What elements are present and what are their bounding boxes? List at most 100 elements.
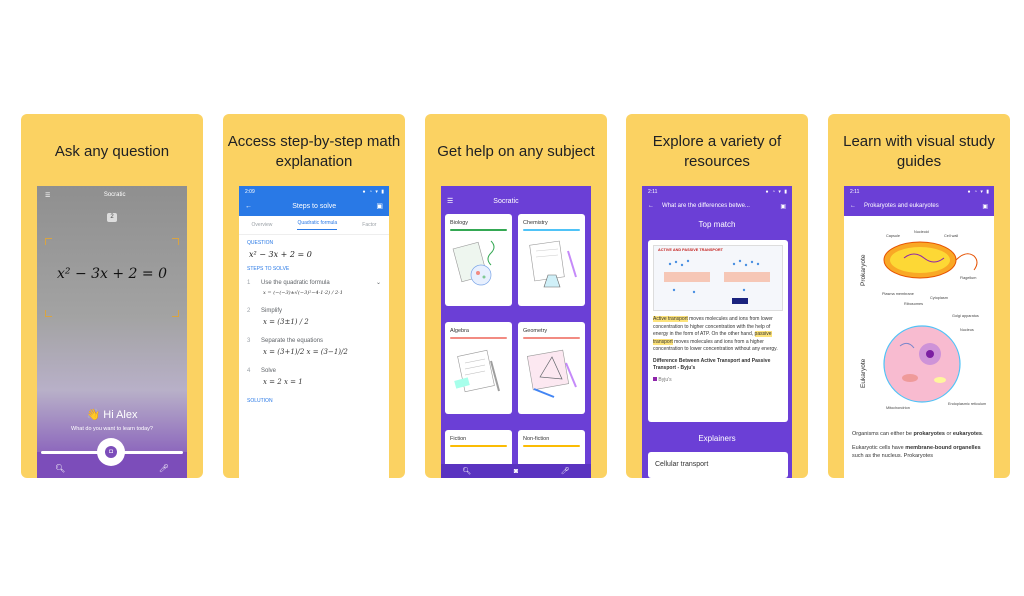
status-icons: ● ◔ ▾ ▮: [967, 188, 990, 195]
diagram-label: Mitochondrion: [886, 406, 910, 410]
diagram-label: Endoplasmic reticulum: [948, 402, 987, 406]
diagram-label: Capsule: [886, 234, 900, 238]
algebra-illustration: [454, 349, 500, 393]
cell-diagram: Prokaryote Eukaryote Capsule Nucleoid Ce…: [844, 216, 994, 416]
feature-card-subjects: Get help on any subject ☰ Socratic Biolo…: [425, 114, 607, 478]
status-time: 2:11: [850, 188, 860, 195]
diagram-label: Plasma membrane: [882, 292, 914, 296]
question-equation: x² − 3x + 2 = 0: [249, 250, 312, 259]
step-number: 3: [247, 338, 251, 344]
step-row[interactable]: 1 Use the quadratic formula ⌄: [239, 274, 389, 288]
status-time: 2:09: [245, 188, 255, 195]
diagram-label: Cytoplasm: [930, 296, 948, 300]
step-number: 4: [247, 368, 251, 374]
card-caption: Explore a variety of resources: [652, 133, 782, 170]
microphone-icon[interactable]: 🎤︎: [561, 467, 570, 475]
steps-label: STEPS TO SOLVE: [247, 266, 290, 272]
step-row[interactable]: 3 Separate the equations: [239, 328, 389, 346]
subject-label: Algebra: [450, 328, 469, 334]
geometry-illustration: [526, 349, 577, 398]
step-label: Simplify: [261, 308, 283, 314]
chevron-down-icon[interactable]: ⌄: [376, 279, 381, 286]
search-icon[interactable]: 🔍︎: [55, 464, 65, 473]
status-time: 2:11: [648, 188, 658, 195]
app-title: Socratic: [493, 197, 519, 205]
diagram-label: Ribosomes: [904, 302, 923, 306]
step-label: Use the quadratic formula: [261, 279, 330, 286]
screen-title: What are the differences betwe...: [662, 203, 750, 209]
phone-screen: ☰ Socratic 2 x² − 3x + 2 = 0 👋 Hi Alex W…: [37, 186, 187, 478]
status-icons: ● ◔ ▾ ▮: [362, 188, 385, 195]
menu-icon[interactable]: ☰: [45, 192, 50, 199]
microphone-icon[interactable]: 🎤︎: [159, 464, 169, 473]
highlight-term: Active transport: [653, 316, 688, 322]
step-number: 2: [247, 308, 251, 314]
subject-tile-geometry[interactable]: Geometry: [518, 322, 585, 414]
subject-label: Fiction: [450, 436, 467, 442]
subject-label: Geometry: [523, 328, 548, 334]
step-row[interactable]: 2 Simplify: [239, 298, 389, 316]
subject-label: Chemistry: [523, 220, 548, 226]
subject-label: Non-fiction: [523, 436, 550, 442]
step-label: Solve: [261, 368, 277, 374]
card-caption: Get help on any subject: [437, 143, 595, 160]
transport-figure: ACTIVE AND PASSIVE TRANSPORT: [653, 245, 783, 311]
diagram-label: Nucleus: [960, 328, 974, 332]
feature-card-ask: Ask any question ☰ Socratic 2 x² − 3x + …: [21, 114, 203, 478]
card-caption: Access step-by-step math explanation: [227, 133, 401, 170]
camera-icon[interactable]: ◙: [514, 468, 518, 475]
step-math: x = (−(−3)±√(−3)²−4·1·2) / 2·1: [263, 290, 343, 296]
camera-button[interactable]: ◘: [97, 438, 125, 466]
step-math: x = (3±1) / 2: [263, 318, 309, 326]
result-source[interactable]: Byju's: [648, 373, 788, 385]
feedback-icon[interactable]: ▣: [982, 203, 988, 210]
result-card[interactable]: ACTIVE AND PASSIVE TRANSPORT Active tran…: [648, 240, 788, 422]
solution-label: SOLUTION: [247, 398, 273, 404]
crop-corner-icon: [172, 238, 179, 245]
step-math: x = (3+1)/2 x = (3−1)/2: [263, 348, 348, 356]
biology-illustration: [452, 240, 495, 286]
feedback-icon[interactable]: ▣: [780, 203, 786, 210]
diagram-label: Flagellum: [960, 276, 977, 280]
search-icon[interactable]: 🔍︎: [462, 467, 471, 475]
guide-paragraph: Organisms can either be prokaryotes or e…: [852, 431, 984, 437]
back-arrow-icon[interactable]: ←: [245, 203, 252, 210]
step-label: Separate the equations: [261, 338, 324, 344]
subject-tile-chemistry[interactable]: Chemistry: [518, 214, 585, 306]
tab-factor[interactable]: Factor: [362, 222, 376, 228]
app-title: Socratic: [103, 192, 126, 198]
tab-overview[interactable]: Overview: [252, 222, 273, 228]
equation: x² − 3x + 2 = 0: [56, 266, 168, 282]
feature-card-math: Access step-by-step math explanation 2:0…: [223, 114, 405, 478]
top-match-heading: Top match: [698, 220, 736, 229]
bottom-nav: 🔍︎ ◙ 🎤︎: [441, 464, 591, 478]
explainer-item[interactable]: Cellular transport: [648, 452, 788, 478]
result-snippet: Active transport moves molecules and ion…: [648, 316, 788, 354]
subject-tile-biology[interactable]: Biology: [445, 214, 512, 306]
crop-corner-icon: [45, 310, 52, 317]
phone-screen: 2:09 ● ◔ ▾ ▮ ← Steps to solve ▣ Overview …: [239, 186, 389, 478]
result-heading: Difference Between Active Transport and …: [653, 357, 771, 372]
tab-quadratic-formula[interactable]: Quadratic formula: [297, 220, 338, 230]
feature-card-visual-guides: Learn with visual study guides 2:11 ● ◔ ▾…: [828, 114, 1010, 478]
step-math: x = 2 x = 1: [263, 378, 303, 386]
figure-title: ACTIVE AND PASSIVE TRANSPORT: [658, 248, 723, 252]
crop-corner-icon: [172, 310, 179, 317]
counter-badge: 2: [107, 213, 117, 222]
diagram-label: Golgi apparatus: [952, 314, 979, 318]
explainers-heading: Explainers: [698, 434, 736, 443]
card-caption: Ask any question: [54, 143, 170, 160]
step-number: 1: [247, 279, 251, 286]
phone-screen: ☰ Socratic Biology Chemistry Algebra Geo…: [441, 186, 591, 478]
feedback-icon[interactable]: ▣: [376, 202, 383, 210]
screen-title: Steps to solve: [292, 202, 337, 210]
status-icons: ● ◔ ▾ ▮: [765, 188, 788, 195]
question-label: QUESTION: [247, 240, 274, 246]
step-row[interactable]: 4 Solve: [239, 358, 389, 376]
subject-tile-algebra[interactable]: Algebra: [445, 322, 512, 414]
guide-paragraph: Eukaryotic cells have membrane-bound org…: [852, 445, 981, 459]
greeting-subtitle: What do you want to learn today?: [71, 426, 153, 432]
crop-corner-icon: [45, 238, 52, 245]
screen-title: Prokaryotes and eukaryotes: [864, 203, 939, 209]
phone-screen: 2:11 ● ◔ ▾ ▮ ← What are the differences b…: [642, 186, 792, 478]
